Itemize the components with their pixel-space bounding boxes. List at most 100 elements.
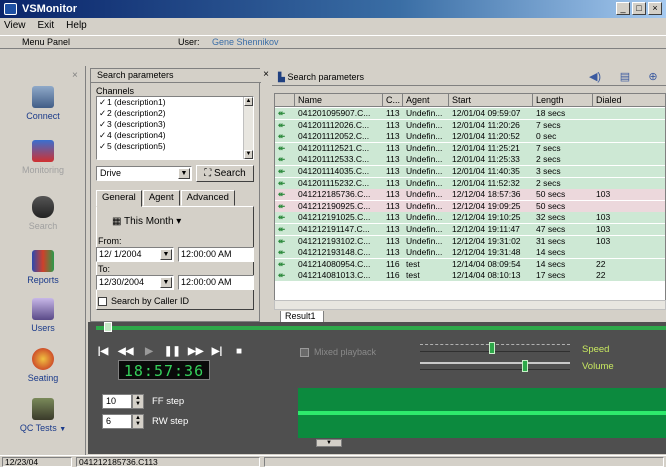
close-button[interactable]: × — [648, 2, 662, 15]
speed-slider-thumb[interactable] — [489, 342, 495, 354]
table-row[interactable]: ↞ 041212193102.C... 113 Undefin... 12/12/04 … — [275, 235, 665, 247]
stop-button[interactable]: ■ — [232, 346, 246, 358]
sidebar-item-search[interactable]: Search — [6, 196, 80, 231]
table-row[interactable]: ↞ 041212190925.C... 113 Undefin... 12/12/04 … — [275, 200, 665, 212]
chevron-down-icon[interactable]: ▼ — [59, 426, 66, 433]
channel-item[interactable]: ✓1 (description1) — [97, 97, 253, 108]
cell-start: 12/12/04 19:31:02 — [452, 235, 521, 246]
menu-help[interactable]: Help — [66, 18, 87, 34]
rewind-button[interactable]: ◀◀ — [118, 346, 133, 358]
from-time-field[interactable]: 12:00:00 AM — [178, 247, 254, 262]
table-row[interactable]: ↞ 041201112533.C... 113 Undefin... 12/01/04 … — [275, 154, 665, 166]
to-label: To: — [98, 264, 111, 274]
tab-advanced[interactable]: Advanced — [180, 190, 235, 206]
volume-slider-thumb[interactable] — [522, 360, 528, 372]
column-header-dialed[interactable]: Dialed — [593, 94, 665, 107]
column-header-length[interactable]: Length — [533, 94, 593, 107]
cell-agent: Undefin... — [406, 224, 443, 234]
export-icon[interactable]: ⊕ — [646, 70, 660, 84]
column-header-icon[interactable] — [275, 94, 295, 107]
table-row[interactable]: ↞ 041201095907.C... 113 Undefin... 12/01/04 … — [275, 108, 665, 119]
sidebar-item-qc-tests[interactable]: QC Tests ▼ — [6, 398, 80, 433]
call-icon: ↞ — [278, 200, 286, 211]
minimize-button[interactable]: _ — [616, 2, 630, 15]
cell-start: 12/12/04 19:10:25 — [452, 212, 521, 223]
sidebar-item-seating[interactable]: Seating — [6, 348, 80, 383]
tab-general[interactable]: General — [96, 190, 142, 207]
sidebar-item-users[interactable]: Users — [6, 298, 80, 333]
skip-forward-button[interactable]: ▶| — [210, 346, 224, 358]
channel-label: 5 (description5) — [107, 141, 166, 151]
rw-step-input[interactable]: 6 — [102, 414, 132, 429]
period-selector[interactable]: ▦ This Month ▾ — [112, 216, 181, 227]
speaker-icon[interactable]: ◀) — [588, 70, 602, 84]
volume-slider[interactable] — [420, 362, 570, 370]
to-date-field[interactable]: 12/30/2004 ▼ — [96, 275, 174, 290]
menu-exit[interactable]: Exit — [38, 18, 55, 34]
tab-agent[interactable]: Agent — [142, 190, 180, 206]
pause-button[interactable]: ❚❚ — [164, 346, 181, 358]
reports-icon — [32, 250, 54, 272]
column-header-start[interactable]: Start — [449, 94, 533, 107]
menu-view[interactable]: View — [4, 18, 26, 34]
ff-step-input[interactable]: 10 — [102, 394, 132, 409]
cell-channel: 113 — [386, 177, 400, 188]
channels-scrollbar[interactable]: ▲ ▼ — [243, 97, 253, 159]
table-row[interactable]: ↞ 041201115232.C... 113 Undefin... 12/01/04 … — [275, 177, 665, 189]
channel-item[interactable]: ✓2 (description2) — [97, 108, 253, 119]
results-toolbar: ▙ Search parameters — [272, 68, 666, 86]
table-row[interactable]: ↞ 041201114035.C... 113 Undefin... 12/01/04 … — [275, 166, 665, 177]
fast-forward-button[interactable]: ▶▶ — [188, 346, 203, 358]
title-bar: VSMonitor — [0, 0, 666, 18]
mixed-playback-checkbox[interactable] — [300, 348, 309, 357]
channel-item[interactable]: ✓5 (description5) — [97, 141, 253, 152]
waveform-collapse-icon[interactable]: ▼ — [316, 439, 342, 447]
channel-item[interactable]: ✓3 (description3) — [97, 119, 253, 130]
column-header-agent[interactable]: Agent — [403, 94, 449, 107]
table-row[interactable]: ↞ 041214080954.C... 116 test 12/14/04 08:09:… — [275, 258, 665, 270]
channel-item[interactable]: ✓4 (description4) — [97, 130, 253, 141]
sidebar-item-label: Reports — [27, 275, 59, 285]
cell-start: 12/12/04 19:11:47 — [452, 224, 520, 234]
sidebar-item-monitoring[interactable]: Monitoring — [6, 140, 80, 175]
qc-tests-icon — [32, 398, 54, 420]
table-row[interactable]: ↞ 041212193148.C... 113 Undefin... 12/12/04 … — [275, 247, 665, 259]
search-panel-close-icon[interactable]: × — [260, 68, 272, 82]
sidebar-item-reports[interactable]: Reports — [6, 250, 80, 285]
position-track[interactable] — [96, 326, 666, 330]
chevron-down-icon[interactable]: ▼ — [160, 249, 172, 260]
results-table[interactable]: Name C... Agent Start Length Dialed ↞ 041… — [274, 93, 666, 301]
table-row[interactable]: ↞ 041212191147.C... 113 Undefin... 12/12/04 … — [275, 224, 665, 235]
ff-step-spinner[interactable]: ▲ ▼ — [132, 394, 144, 409]
sidebar-close-icon[interactable]: × — [72, 70, 78, 81]
cell-length: 14 secs — [536, 247, 566, 258]
chevron-down-icon[interactable]: ▼ — [160, 277, 172, 288]
chevron-down-icon[interactable]: ▼ — [178, 168, 190, 179]
scroll-up-icon[interactable]: ▲ — [244, 97, 253, 106]
table-row[interactable]: ↞ 041212191025.C... 113 Undefin... 12/12/04 … — [275, 212, 665, 224]
rw-step-spinner[interactable]: ▲ ▼ — [132, 414, 144, 429]
table-row[interactable]: ↞ 041212185736.C... 113 Undefin... 12/12/04 … — [275, 189, 665, 201]
results-hscrollbar[interactable] — [274, 300, 666, 310]
grid-icon[interactable]: ▤ — [618, 70, 632, 84]
scroll-down-icon[interactable]: ▼ — [244, 150, 253, 159]
source-dropdown[interactable]: Drive ▼ — [96, 166, 192, 181]
maximize-button[interactable]: □ — [632, 2, 646, 15]
column-header-channel[interactable]: C... — [383, 94, 403, 107]
table-row[interactable]: ↞ 041201112052.C... 113 Undefin... 12/01/04 … — [275, 131, 665, 143]
play-button[interactable]: ▶ — [142, 346, 156, 358]
sidebar-item-connect[interactable]: Connect — [6, 86, 80, 121]
table-row[interactable]: ↞ 041214081013.C... 116 test 12/14/04 08:10:… — [275, 270, 665, 282]
search-button[interactable]: ⛶ Search — [196, 165, 254, 182]
column-header-name[interactable]: Name — [295, 94, 383, 107]
table-row[interactable]: ↞ 041201112026.C... 113 Undefin... 12/01/04 … — [275, 119, 665, 131]
from-date-field[interactable]: 12/ 1/2004 ▼ — [96, 247, 174, 262]
channels-list[interactable]: ✓1 (description1) ✓2 (description2) ✓3 (… — [96, 96, 254, 160]
caller-id-checkbox[interactable] — [98, 297, 107, 306]
position-thumb[interactable] — [104, 322, 112, 332]
sidebar-item-label: Search — [28, 221, 58, 231]
to-time-field[interactable]: 12:00:00 AM — [178, 275, 254, 290]
table-row[interactable]: ↞ 041201112521.C... 113 Undefin... 12/01/04 … — [275, 142, 665, 154]
speed-slider[interactable] — [420, 344, 570, 352]
skip-back-button[interactable]: |◀ — [96, 346, 110, 358]
